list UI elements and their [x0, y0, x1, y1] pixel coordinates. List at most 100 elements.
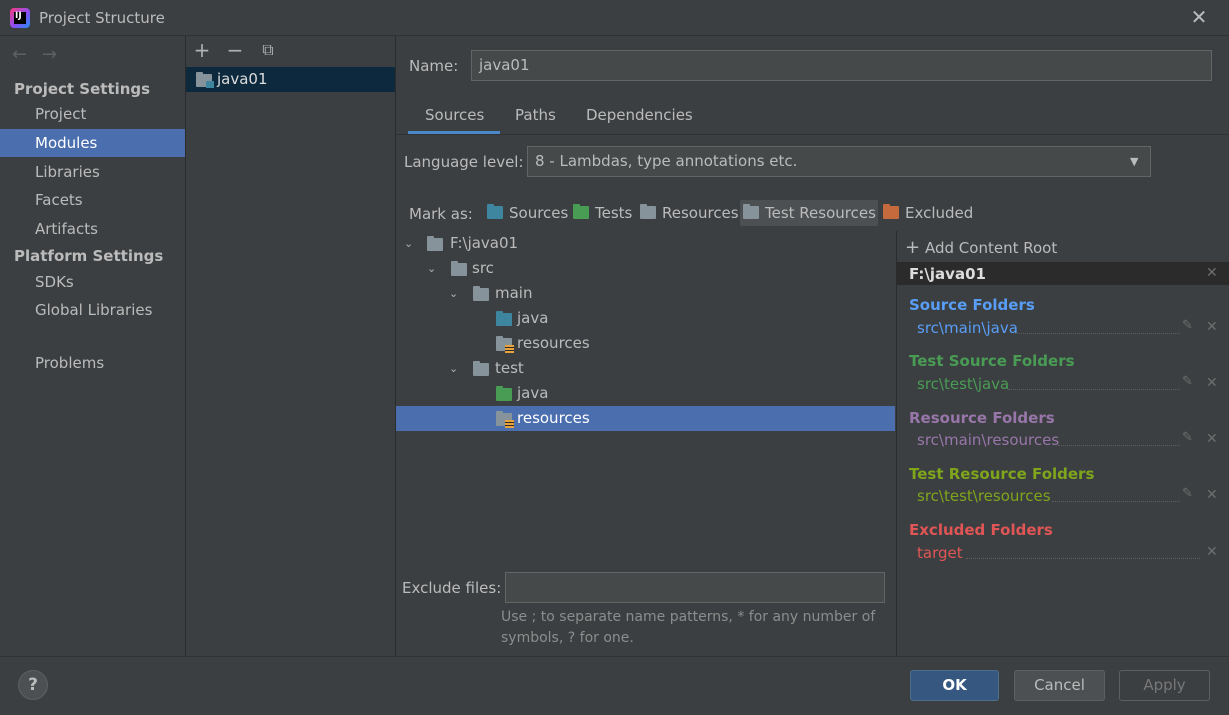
dotted-leader [1015, 333, 1180, 334]
source-folders-title: Source Folders [909, 296, 1035, 314]
chevron-down-icon[interactable]: ⌄ [427, 256, 441, 281]
test-source-folders-title: Test Source Folders [909, 352, 1075, 370]
nav-item-facets[interactable]: Facets [0, 186, 185, 214]
tree-selection [396, 406, 895, 431]
exclude-files-input[interactable] [505, 572, 885, 603]
resource-badge-icon [505, 420, 514, 428]
pencil-icon[interactable]: ✎ [1182, 374, 1193, 389]
source-folder-path: src\main\java [917, 319, 1018, 337]
module-list-pane [186, 36, 396, 656]
folder-icon [473, 286, 489, 301]
copy-icon[interactable]: ⧉ [258, 40, 278, 60]
language-level-select[interactable]: 8 - Lambdas, type annotations etc. [527, 146, 1151, 177]
add-content-root-button[interactable]: Add Content Root [925, 239, 1057, 257]
tabs-divider [396, 134, 1229, 135]
plus-icon[interactable]: + [905, 237, 920, 258]
folder-icon [451, 261, 467, 276]
test-resource-folder-path: src\test\resources [917, 487, 1051, 505]
close-window-icon[interactable]: ✕ [1188, 6, 1210, 28]
apply-button[interactable]: Apply [1119, 670, 1210, 701]
tree-node-main-resources[interactable]: resources [517, 331, 590, 356]
title-bar [0, 0, 1229, 36]
window-title: Project Structure [39, 9, 165, 27]
exclude-files-label: Exclude files: [402, 579, 502, 597]
pencil-icon[interactable]: ✎ [1182, 430, 1193, 445]
test-resource-folder-icon [743, 204, 759, 219]
source-folder-icon [496, 311, 512, 326]
help-button[interactable]: ? [18, 670, 48, 700]
test-source-folder-path: src\test\java [917, 375, 1010, 393]
pencil-icon[interactable]: ✎ [1182, 486, 1193, 501]
platform-settings-header: Platform Settings [14, 247, 164, 265]
content-tree [396, 231, 895, 571]
chevron-down-icon[interactable]: ▼ [1130, 155, 1138, 168]
forward-arrow-icon[interactable]: → [42, 44, 57, 65]
chevron-down-icon[interactable]: ⌄ [404, 231, 418, 256]
tab-paths[interactable]: Paths [515, 106, 556, 134]
mark-tests-button[interactable]: Tests [573, 200, 632, 226]
nav-item-problems[interactable]: Problems [0, 349, 185, 377]
language-level-label: Language level: [404, 153, 524, 171]
test-folder-icon [496, 386, 512, 401]
tree-node-src[interactable]: src [472, 256, 494, 281]
mark-resources-button[interactable]: Resources [640, 200, 739, 226]
nav-item-global-libraries[interactable]: Global Libraries [0, 296, 185, 324]
module-name: java01 [217, 70, 268, 88]
dotted-leader [1008, 389, 1180, 390]
tree-node-test-resources[interactable]: resources [517, 406, 590, 431]
plus-icon[interactable]: + [192, 40, 212, 60]
test-folder-icon [573, 204, 589, 219]
resource-folder-icon [640, 204, 656, 219]
chevron-down-icon[interactable]: ⌄ [449, 281, 463, 306]
module-badge-icon [206, 81, 214, 88]
dotted-leader [1058, 445, 1180, 446]
content-root-path: F:\java01 [909, 265, 986, 283]
mark-sources-button[interactable]: Sources [487, 200, 568, 226]
nav-item-artifacts[interactable]: Artifacts [0, 215, 185, 243]
chevron-down-icon[interactable]: ⌄ [449, 356, 463, 381]
exclude-files-hint-line2: symbols, ? for one. [501, 630, 634, 646]
exclude-files-hint-line1: Use ; to separate name patterns, * for a… [501, 609, 876, 625]
nav-item-modules[interactable]: Modules [0, 129, 185, 157]
excluded-folders-title: Excluded Folders [909, 521, 1053, 539]
project-settings-header: Project Settings [14, 80, 151, 98]
tree-node-main[interactable]: main [495, 281, 532, 306]
excluded-folder-path: target [917, 544, 963, 562]
resource-folders-title: Resource Folders [909, 409, 1055, 427]
name-label: Name: [409, 57, 459, 75]
tree-node-test[interactable]: test [495, 356, 524, 381]
tab-dependencies[interactable]: Dependencies [586, 106, 693, 134]
dotted-leader [966, 558, 1200, 559]
pencil-icon[interactable]: ✎ [1182, 318, 1193, 333]
close-icon[interactable]: ✕ [1206, 319, 1218, 335]
dotted-leader [1052, 501, 1180, 502]
language-level-value: 8 - Lambdas, type annotations etc. [535, 152, 798, 170]
nav-item-sdks[interactable]: SDKs [0, 268, 185, 296]
mark-excluded-button[interactable]: Excluded [883, 200, 973, 226]
close-icon[interactable]: ✕ [1206, 487, 1218, 503]
folder-icon [473, 361, 489, 376]
resource-badge-icon [505, 345, 514, 353]
excluded-folder-icon [883, 204, 899, 219]
back-arrow-icon[interactable]: ← [12, 44, 27, 65]
minus-icon[interactable]: − [225, 40, 245, 60]
folder-icon [427, 236, 443, 251]
tree-node-main-java[interactable]: java [517, 306, 548, 331]
nav-item-project[interactable]: Project [0, 100, 185, 128]
source-folder-icon [487, 204, 503, 219]
remove-content-root-icon[interactable]: ✕ [1206, 265, 1218, 281]
nav-item-libraries[interactable]: Libraries [0, 158, 185, 186]
name-input[interactable]: java01 [471, 50, 1212, 81]
close-icon[interactable]: ✕ [1206, 544, 1218, 560]
ok-button[interactable]: OK [910, 670, 999, 701]
tree-node-test-java[interactable]: java [517, 381, 548, 406]
cancel-button[interactable]: Cancel [1014, 670, 1105, 701]
tab-sources[interactable]: Sources [425, 106, 484, 134]
mark-test-resources-button[interactable]: Test Resources [740, 200, 878, 226]
test-resource-folders-title: Test Resource Folders [909, 465, 1095, 483]
mark-as-label: Mark as: [409, 205, 473, 223]
close-icon[interactable]: ✕ [1206, 431, 1218, 447]
tree-node-root[interactable]: F:\java01 [450, 231, 518, 256]
intellij-logo-icon: IJ [10, 8, 30, 28]
close-icon[interactable]: ✕ [1206, 375, 1218, 391]
